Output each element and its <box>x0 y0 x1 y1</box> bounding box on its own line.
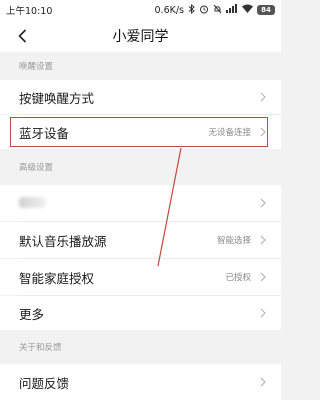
chevron-right-icon <box>259 126 267 138</box>
silent-icon <box>213 4 222 17</box>
row-smart-home[interactable]: 智能家庭授权 已授权 <box>0 259 281 295</box>
chevron-right-icon <box>259 271 267 283</box>
row-label: 更多 <box>19 306 45 322</box>
row-more[interactable]: 更多 <box>0 296 281 330</box>
row-label: 蓝牙设备 <box>19 125 70 141</box>
section-header-advanced: 高级设置 <box>0 149 281 185</box>
chevron-right-icon <box>259 234 267 246</box>
row-label: 问题反馈 <box>19 375 70 391</box>
row-label <box>19 196 259 211</box>
chevron-right-icon <box>259 197 267 209</box>
chevron-right-icon <box>259 91 267 103</box>
chevron-left-icon[interactable] <box>12 26 32 46</box>
row-value: 智能选择 <box>216 236 251 246</box>
title-bar: 小爱同学 <box>0 20 281 52</box>
page-title: 小爱同学 <box>112 29 169 45</box>
section-header-wake: 唤醒设置 <box>0 52 281 80</box>
chevron-right-icon <box>259 307 267 319</box>
row-feedback[interactable]: 问题反馈 <box>0 364 281 400</box>
status-time: 上午10:10 <box>6 6 53 17</box>
bluetooth-icon <box>188 3 195 17</box>
row-bluetooth[interactable]: 蓝牙设备 无设备连接 <box>0 115 281 149</box>
row-label: 智能家庭授权 <box>19 270 95 286</box>
status-bar: 上午10:10 0.6K/s 84 <box>0 0 281 20</box>
row-label: 默认音乐播放源 <box>19 233 107 249</box>
chevron-right-icon <box>259 376 267 388</box>
signal-icon <box>226 4 238 16</box>
status-icons: 0.6K/s 84 <box>154 3 275 17</box>
wifi-icon <box>242 4 253 16</box>
section-header-about: 关于和反馈 <box>0 330 281 364</box>
blurred-text <box>19 196 45 208</box>
alarm-icon <box>199 4 209 17</box>
network-speed: 0.6K/s <box>154 4 185 16</box>
row-value: 已授权 <box>225 273 251 283</box>
row-music-source[interactable]: 默认音乐播放源 智能选择 <box>0 222 281 258</box>
battery-icon: 84 <box>257 5 275 15</box>
row-label: 按键唤醒方式 <box>19 90 95 106</box>
row-blurred[interactable] <box>0 185 281 221</box>
row-button-wake[interactable]: 按键唤醒方式 <box>0 80 281 114</box>
row-value: 无设备连接 <box>208 128 251 138</box>
